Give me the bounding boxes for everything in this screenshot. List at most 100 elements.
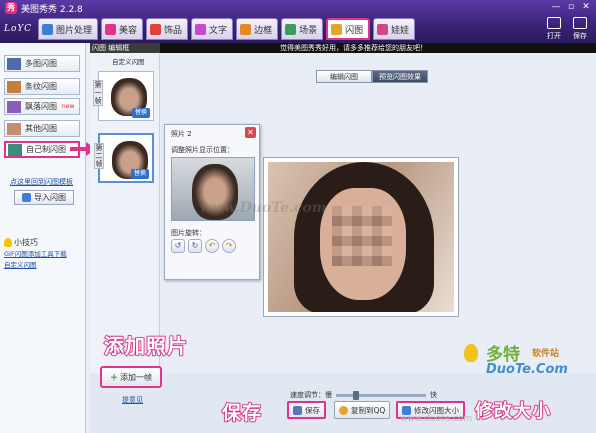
annotation-add-photo: 添加照片	[103, 333, 188, 359]
tab-label: 文字	[209, 25, 228, 36]
window-title: 美图秀秀 2.2.8	[21, 5, 83, 15]
rotate-right-icon[interactable]: ↻	[188, 239, 202, 253]
copy-to-qq-button[interactable]: 复制到QQ	[334, 401, 391, 419]
sidebar-item-1[interactable]: 条纹闪图	[4, 78, 80, 95]
sidebar: 多图闪图 条纹闪图 飘落闪图 new 其他闪图 自己制闪图 导入闪图 点这里回到闪图模板 …	[0, 43, 86, 433]
category-thumbnail-icon	[7, 57, 21, 70]
sidebar-item-2[interactable]: 飘落闪图 new	[4, 98, 80, 115]
header-message: 觉得美图秀秀好用，请多多推荐给您的朋友吧！	[280, 44, 427, 52]
category-thumbnail-icon	[7, 80, 21, 93]
close-icon[interactable]: ✕	[580, 1, 592, 13]
minimize-icon[interactable]: —	[550, 1, 562, 13]
save-top-button[interactable]: 保存	[570, 16, 590, 41]
tab-2[interactable]: 饰品	[146, 18, 189, 40]
save-top-label: 保存	[573, 32, 587, 40]
rotate-buttons: ↺ ↻ ↶ ↷	[171, 239, 236, 253]
sidebar-item-4[interactable]: 自己制闪图	[4, 141, 80, 158]
add-frame-button[interactable]: ＋ 添加一帧	[100, 366, 162, 388]
popup-close-icon[interactable]: ✕	[245, 127, 256, 138]
open-label: 打开	[547, 32, 561, 40]
speed-slider[interactable]	[336, 390, 426, 400]
sidebar-item-0[interactable]: 多图闪图	[4, 55, 80, 72]
tab-label: 边框	[254, 25, 273, 36]
tab-1[interactable]: 美容	[101, 18, 144, 40]
top-toolbar: 秀 美图秀秀 2.2.8 — ▫ ✕ LoYC 图片处理 美容 饰品 文字 边框 场景 闪图…	[0, 0, 596, 43]
import-label: 导入闪图	[34, 193, 66, 202]
app-logo: LoYC	[4, 24, 33, 34]
sidebar-item-label: 飘落闪图	[25, 102, 57, 111]
folder-icon	[547, 17, 561, 29]
scene-icon	[285, 23, 297, 35]
maximize-icon[interactable]: ▫	[565, 1, 577, 13]
tab-5[interactable]: 场景	[281, 18, 324, 40]
tab-7[interactable]: 娃娃	[373, 18, 416, 40]
sidebar-item-label: 多图闪图	[25, 59, 57, 68]
flip-left-icon[interactable]: ↶	[205, 239, 219, 253]
sidebar-item-label: 其他闪图	[25, 124, 57, 133]
bulb-icon	[4, 238, 12, 247]
tab-preview-flash[interactable]: 预览闪图效果	[372, 70, 428, 83]
add-icon: ＋	[110, 372, 118, 382]
annotation-resize: 修改大小	[474, 400, 551, 423]
new-badge: new	[62, 103, 75, 110]
import-flash-button[interactable]: 导入闪图	[14, 190, 74, 205]
back-to-templates-link[interactable]: 点这里回到闪图模板	[10, 177, 73, 187]
tips-panel: 小技巧 GIF闪图添加工具下载 自定义闪图	[4, 237, 84, 270]
tips-title: 小技巧	[4, 237, 84, 248]
tab-3[interactable]: 文字	[191, 18, 234, 40]
heart-icon	[150, 23, 162, 35]
category-thumbnail-icon	[7, 122, 21, 135]
copy-qq-label: 复制到QQ	[351, 405, 386, 415]
frame-number: 第二帧	[94, 143, 104, 169]
disk-icon	[293, 405, 302, 415]
rotate-left-icon[interactable]: ↺	[171, 239, 185, 253]
tab-label: 图片处理	[56, 25, 93, 36]
popup-title: 照片 2	[171, 130, 192, 138]
view-subtabs: 编辑闪图 预览闪图效果	[316, 70, 428, 83]
tab-0[interactable]: 图片处理	[38, 18, 99, 40]
beauty-icon	[105, 23, 117, 35]
disk-icon	[573, 17, 587, 29]
position-label: 调整照片显示位置：	[171, 146, 234, 154]
tab-4[interactable]: 边框	[236, 18, 279, 40]
sidebar-item-3[interactable]: 其他闪图	[4, 120, 80, 137]
sidebar-item-label: 条纹闪图	[25, 82, 57, 91]
tab-label: 娃娃	[391, 25, 410, 36]
faded-site-url: www.duote.com	[400, 414, 473, 424]
tab-label: 闪图	[345, 25, 364, 36]
frame-panel-title: 闪图 编辑框	[90, 43, 160, 53]
tips-link-gif-tool[interactable]: GIF闪图添加工具下载	[4, 250, 84, 259]
frame-card-2[interactable]: 第二帧 替换	[94, 133, 154, 183]
doll-icon	[377, 23, 389, 35]
open-button[interactable]: 打开	[544, 16, 564, 41]
frame-panel-caption: 自定义闪图	[112, 58, 145, 66]
tab-label: 场景	[299, 25, 318, 36]
image-edit-icon	[42, 23, 53, 35]
replace-button[interactable]: 替换	[131, 108, 150, 118]
import-icon	[22, 193, 31, 202]
feedback-link[interactable]: 提意见	[122, 395, 143, 405]
tab-6[interactable]: 闪图	[326, 18, 371, 40]
frame-card-1[interactable]: 第一帧 替换	[93, 71, 154, 121]
tab-edit-flash[interactable]: 编辑闪图	[316, 70, 372, 83]
header-strip: 觉得美图秀秀好用，请多多推荐给您的朋友吧！	[160, 43, 596, 53]
qq-icon	[339, 405, 348, 415]
tips-title-text: 小技巧	[14, 238, 38, 247]
flash-icon	[331, 23, 343, 35]
flip-right-icon[interactable]: ↷	[222, 239, 236, 253]
speed-slider-knob[interactable]	[352, 390, 359, 400]
app-icon: 秀	[5, 2, 17, 14]
replace-button[interactable]: 替换	[130, 169, 149, 179]
tab-label: 美容	[119, 25, 138, 36]
sidebar-item-label: 自己制闪图	[26, 145, 66, 154]
save-label: 保存	[305, 405, 320, 415]
speed-label: 速度调节：慢	[290, 391, 332, 399]
speed-control: 速度调节：慢 快	[290, 390, 437, 400]
main-tabs: 图片处理 美容 饰品 文字 边框 场景 闪图 娃娃	[38, 18, 416, 40]
tips-link-custom-flash[interactable]: 自定义闪图	[4, 261, 84, 270]
annotation-save: 保存	[221, 401, 263, 425]
frame-panel: 闪图 编辑框 自定义闪图 第一帧 替换 第二帧 替换	[90, 43, 160, 373]
save-button[interactable]: 保存	[287, 401, 326, 419]
pixelated-face	[332, 206, 392, 266]
preview-frame	[263, 157, 459, 317]
